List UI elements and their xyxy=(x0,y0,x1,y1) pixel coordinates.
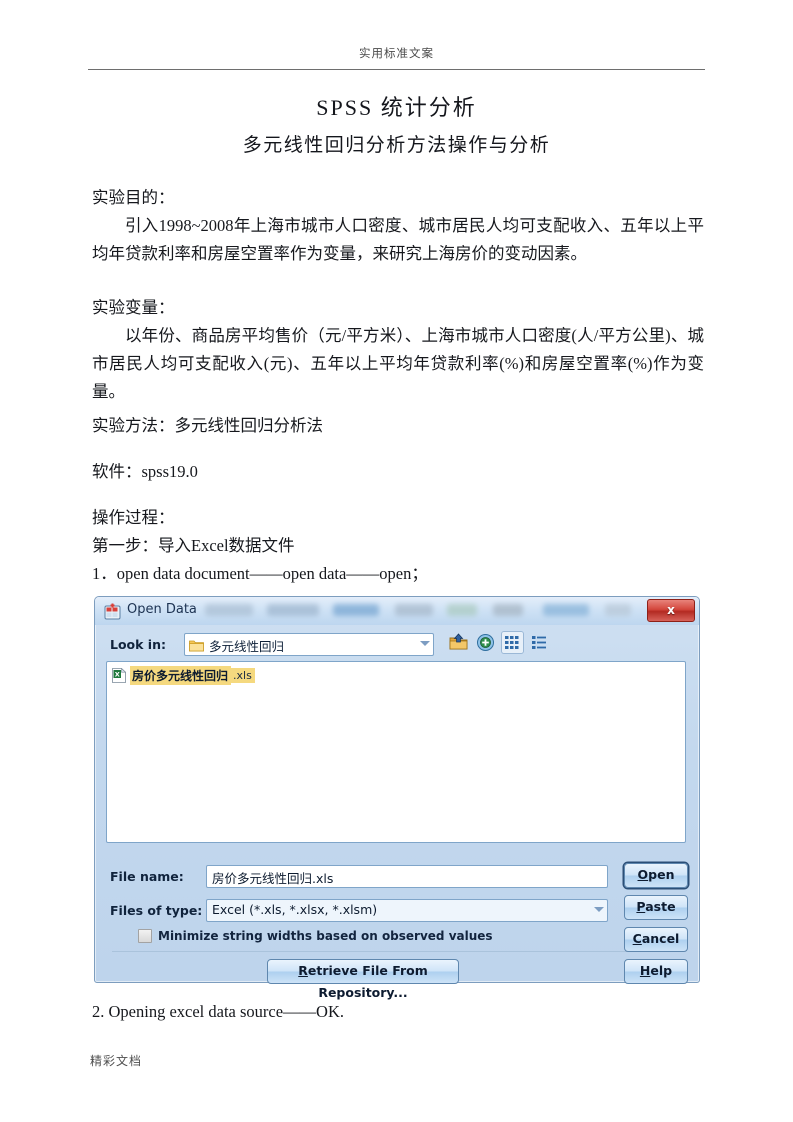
dialog-body: Look in: 多元线性回归 X 房价多元线性回归 .xls File nam… xyxy=(106,629,688,1000)
scan-artifact xyxy=(267,604,319,616)
step-two: 2. Opening excel data source——OK. xyxy=(92,1002,345,1021)
section-step-two: 2. Opening excel data source——OK. xyxy=(92,998,704,1026)
retrieve-file-from-repository-button[interactable]: Retrieve File From Repository... xyxy=(267,959,459,1000)
scan-artifact xyxy=(333,604,379,616)
filename-label: File name: xyxy=(110,869,184,884)
page-header-text: 实用标准文案 xyxy=(359,46,434,60)
page-header-rule xyxy=(88,69,705,70)
file-name-label: 房价多元线性回归 xyxy=(130,666,232,685)
list-item[interactable]: X 房价多元线性回归 .xls xyxy=(112,666,255,685)
open-rest: pen xyxy=(648,867,675,882)
scan-artifact xyxy=(493,604,523,616)
filetype-select[interactable]: Excel (*.xls, *.xlsx, *.xlsm) xyxy=(206,899,608,922)
lookin-row: Look in: 多元线性回归 xyxy=(106,632,686,657)
scan-artifact xyxy=(395,604,433,616)
dialog-title: Open Data xyxy=(127,602,197,617)
cancel-rest: ancel xyxy=(641,931,680,946)
open-data-dialog: Open Data x Look in: 多元线性回归 X 房价多元线性回归 .… xyxy=(94,596,700,1000)
scan-artifact xyxy=(543,604,589,616)
section-software: 软件：spss19.0 xyxy=(92,458,704,486)
page-header: 实用标准文案 xyxy=(88,44,705,64)
spss-open-data-icon xyxy=(104,603,121,620)
software-line: 软件：spss19.0 xyxy=(92,462,198,481)
dialog-toolbar xyxy=(448,632,550,653)
paste-accel: P xyxy=(636,899,646,914)
cancel-button[interactable]: Cancel xyxy=(624,927,688,952)
folder-icon xyxy=(189,637,204,652)
variables-body: 以年份、商品房平均售价（元/平方米）、上海市城市人口密度(人/平方公里)、城市居… xyxy=(92,326,704,401)
page-footer: 精彩文档 xyxy=(90,1054,143,1068)
purpose-heading: 实验目的： xyxy=(92,188,175,207)
page-title: SPSS 统计分析 xyxy=(316,95,477,120)
section-variables: 实验变量： 以年份、商品房平均售价（元/平方米）、上海市城市人口密度(人/平方公… xyxy=(92,294,704,406)
retrieve-rest: etrieve File From Repository... xyxy=(307,963,428,1000)
section-purpose: 实验目的： 引入1998~2008年上海市城市人口密度、城市居民人均可支配收入、… xyxy=(92,184,704,268)
create-new-folder-icon[interactable] xyxy=(475,632,496,653)
checkbox-box[interactable] xyxy=(138,929,152,943)
paste-rest: aste xyxy=(645,899,676,914)
list-view-icon[interactable] xyxy=(502,632,523,653)
details-view-icon[interactable] xyxy=(529,632,550,653)
step-one: 第一步：导入Excel数据文件 xyxy=(92,536,295,555)
dialog-divider xyxy=(112,951,646,952)
file-ext-label: .xls xyxy=(231,668,255,683)
file-list[interactable]: X 房价多元线性回归 .xls xyxy=(106,661,686,843)
filename-value: 房价多元线性回归.xls xyxy=(212,871,334,886)
filename-input[interactable]: 房价多元线性回归.xls xyxy=(206,865,608,888)
lookin-value: 多元线性回归 xyxy=(209,639,285,654)
chevron-down-icon[interactable] xyxy=(594,907,604,912)
method-line: 实验方法：多元线性回归分析法 xyxy=(92,416,323,435)
cancel-accel: C xyxy=(632,931,642,946)
checkbox-label: Minimize string widths based on observed… xyxy=(158,929,493,943)
scan-artifact xyxy=(205,604,253,616)
variables-heading: 实验变量： xyxy=(92,298,175,317)
excel-file-icon: X xyxy=(112,667,127,683)
help-rest: elp xyxy=(650,963,673,978)
help-button[interactable]: Help xyxy=(624,959,688,984)
svg-text:X: X xyxy=(115,670,120,678)
minimize-string-widths-checkbox[interactable]: Minimize string widths based on observed… xyxy=(138,929,493,943)
chevron-down-icon[interactable] xyxy=(420,641,430,646)
section-method: 实验方法：多元线性回归分析法 xyxy=(92,412,704,440)
filetype-value: Excel (*.xls, *.xlsx, *.xlsm) xyxy=(212,902,378,917)
up-one-level-icon[interactable] xyxy=(448,632,469,653)
filetype-label: Files of type: xyxy=(110,903,203,918)
help-accel: H xyxy=(639,963,651,978)
scan-artifact xyxy=(447,604,477,616)
process-heading: 操作过程： xyxy=(92,508,175,527)
lookin-combo[interactable]: 多元线性回归 xyxy=(184,633,434,656)
section-process: 操作过程： 第一步：导入Excel数据文件 1．open data docume… xyxy=(92,504,704,588)
lookin-label: Look in: xyxy=(110,637,166,652)
purpose-body: 引入1998~2008年上海市城市人口密度、城市居民人均可支配收入、五年以上平均… xyxy=(92,216,704,263)
open-button[interactable]: Open xyxy=(624,863,688,888)
dialog-action-buttons: Open Paste Cancel Help xyxy=(624,863,688,991)
paste-button[interactable]: Paste xyxy=(624,895,688,920)
dialog-titlebar[interactable]: Open Data x xyxy=(95,597,699,625)
retrieve-accel: R xyxy=(298,963,308,978)
step-one-detail: 1．open data document——open data——open； xyxy=(92,564,428,583)
close-icon[interactable]: x xyxy=(647,599,695,622)
page-subtitle: 多元线性回归分析方法操作与分析 xyxy=(242,135,551,156)
open-accel: O xyxy=(637,867,649,882)
scan-artifact xyxy=(605,604,631,616)
